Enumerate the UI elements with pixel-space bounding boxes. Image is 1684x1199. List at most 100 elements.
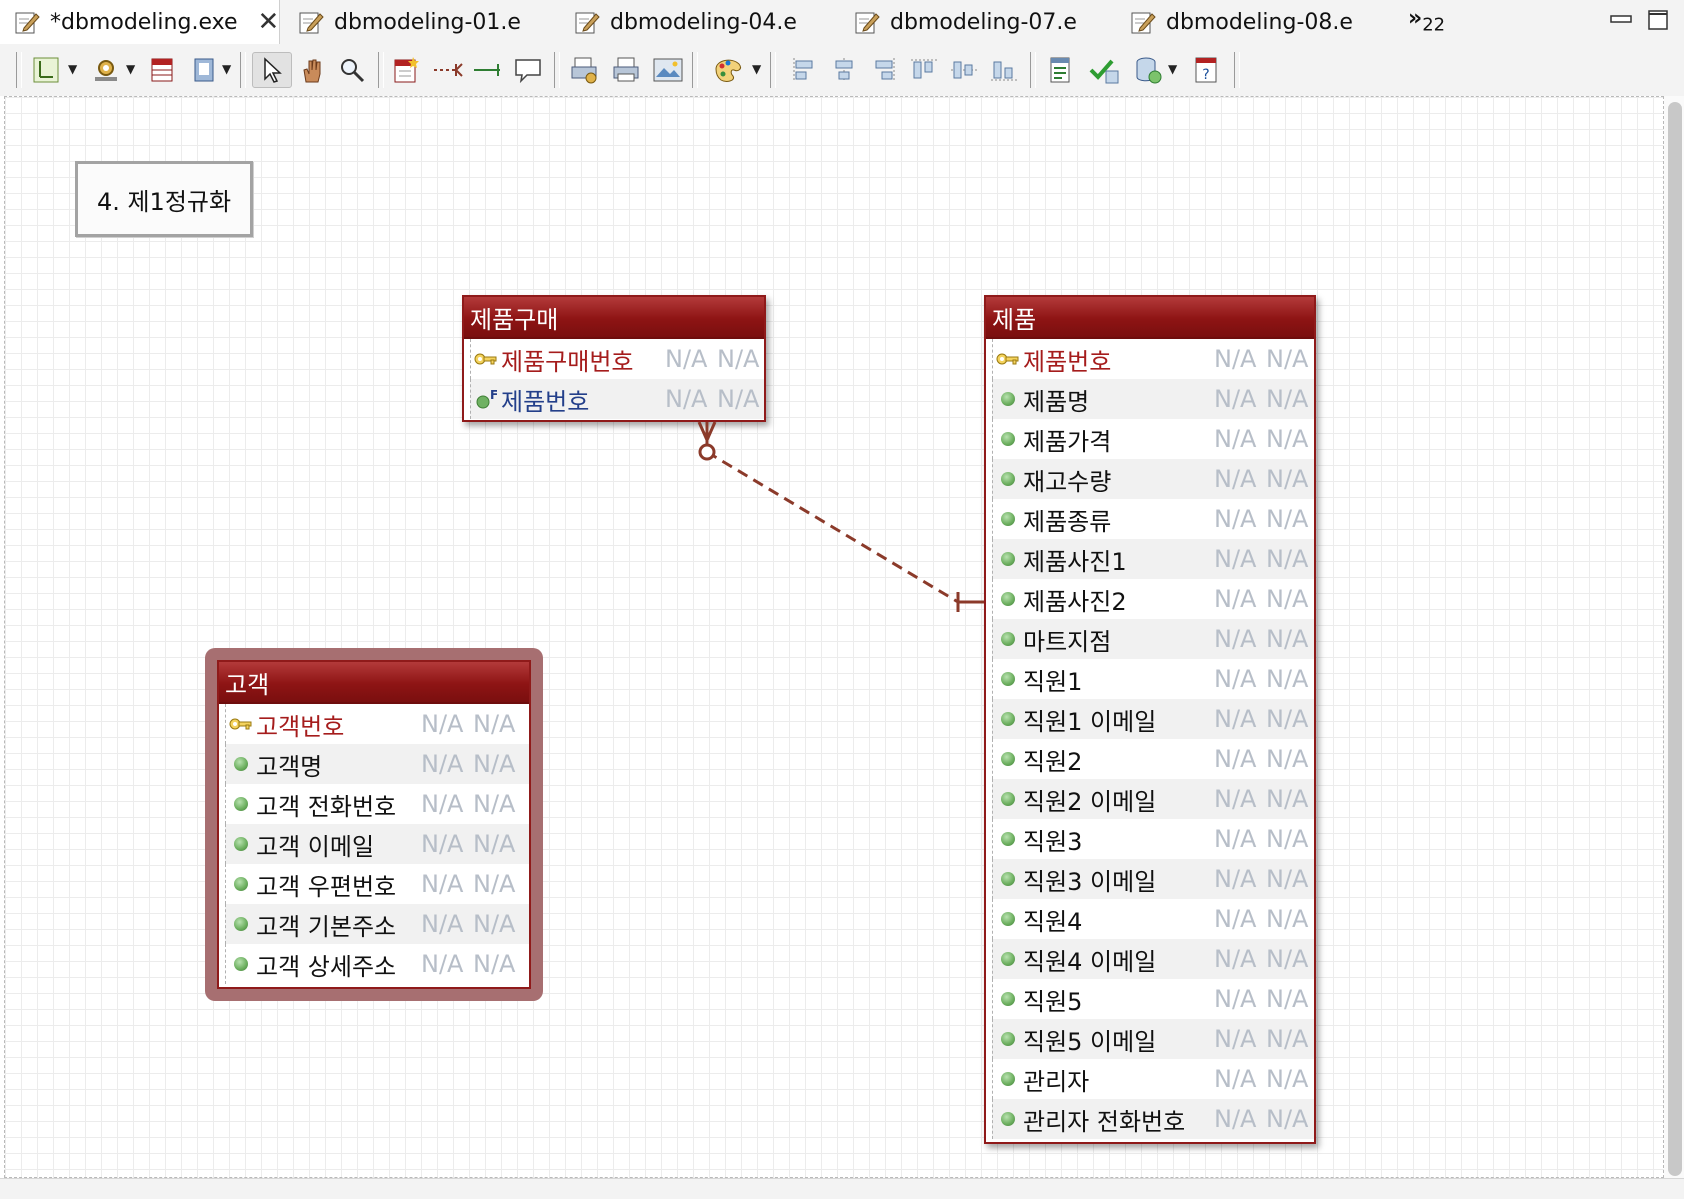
- attribute-row[interactable]: 제품사진1 N/A N/A: [992, 539, 1314, 579]
- diagram-canvas[interactable]: [4, 96, 1664, 1178]
- diagram-note[interactable]: 4. 제1정규화: [75, 161, 253, 237]
- attribute-row[interactable]: 직원1 N/A N/A: [992, 659, 1314, 699]
- attribute-row[interactable]: 직원5 이메일 N/A N/A: [992, 1019, 1314, 1059]
- attribute-name: 직원2 이메일: [1023, 787, 1157, 816]
- align-left-icon[interactable]: [788, 54, 820, 86]
- toolbar-separator: [378, 52, 384, 88]
- close-tab-icon[interactable]: ✕: [257, 7, 279, 37]
- attribute-nullable: N/A: [1266, 505, 1309, 533]
- tab-dbmodeling-07[interactable]: dbmodeling-07.e: [840, 0, 1110, 44]
- hand-pan-icon[interactable]: [296, 54, 328, 86]
- attribute-row[interactable]: 고객 전화번호 N/A N/A: [225, 784, 529, 824]
- attribute-nullable: N/A: [1266, 745, 1309, 773]
- attribute-row[interactable]: 직원3 N/A N/A: [992, 819, 1314, 859]
- align-right-icon[interactable]: [868, 54, 900, 86]
- validate-icon[interactable]: [1088, 54, 1120, 86]
- hidden-tab-count: 22: [1422, 14, 1446, 36]
- attribute-row[interactable]: 관리자 N/A N/A: [992, 1059, 1314, 1099]
- attribute-row[interactable]: 직원1 이메일 N/A N/A: [992, 699, 1314, 739]
- attribute-row[interactable]: 고객명 N/A N/A: [225, 744, 529, 784]
- toolbar-separator: [692, 52, 698, 88]
- attribute-row[interactable]: 직원2 이메일 N/A N/A: [992, 779, 1314, 819]
- attribute-row[interactable]: 고객 기본주소 N/A N/A: [225, 904, 529, 944]
- attribute-row-pk[interactable]: 제품번호 N/A N/A: [992, 339, 1314, 379]
- align-top-icon[interactable]: [908, 54, 940, 86]
- attribute-row[interactable]: 직원5 N/A N/A: [992, 979, 1314, 1019]
- attribute-type: N/A: [421, 950, 464, 978]
- dropdown-arrow-icon[interactable]: ▼: [222, 62, 231, 76]
- attribute-row[interactable]: 마트지점 N/A N/A: [992, 619, 1314, 659]
- tab-label: *dbmodeling.exe: [50, 9, 238, 35]
- attribute-row[interactable]: 제품명 N/A N/A: [992, 379, 1314, 419]
- tab-dbmodeling-exe[interactable]: *dbmodeling.exe ✕: [0, 0, 280, 44]
- palette-icon[interactable]: [712, 54, 744, 86]
- dropdown-arrow-icon[interactable]: ▼: [752, 62, 761, 76]
- select-pointer-icon[interactable]: [252, 52, 292, 88]
- attribute-row[interactable]: 직원2 N/A N/A: [992, 739, 1314, 779]
- attribute-row[interactable]: 직원3 이메일 N/A N/A: [992, 859, 1314, 899]
- tab-dbmodeling-04[interactable]: dbmodeling-04.e: [560, 0, 830, 44]
- tab-dbmodeling-08[interactable]: dbmodeling-08.e: [1116, 0, 1396, 44]
- scrollbar-thumb[interactable]: [1668, 102, 1682, 1176]
- page-layout-icon[interactable]: [30, 54, 62, 86]
- attribute-row[interactable]: 제품가격 N/A N/A: [992, 419, 1314, 459]
- dropdown-arrow-icon[interactable]: ▼: [68, 62, 77, 76]
- notes-icon[interactable]: [188, 54, 220, 86]
- attribute-name: 제품번호: [1023, 347, 1112, 376]
- maximize-icon[interactable]: [1648, 10, 1668, 30]
- report-icon[interactable]: [1044, 54, 1076, 86]
- attribute-row[interactable]: 관리자 전화번호 N/A N/A: [992, 1099, 1314, 1139]
- attribute-dot-icon: [993, 832, 1023, 846]
- entity-purchase[interactable]: 제품구매 제품구매번호 N/A N/A F 제품번호 N/A N/A: [462, 295, 766, 422]
- attribute-row[interactable]: 직원4 이메일 N/A N/A: [992, 939, 1314, 979]
- align-bottom-icon[interactable]: [988, 54, 1020, 86]
- tab-label: dbmodeling-01.e: [334, 9, 521, 35]
- attribute-row[interactable]: 제품종류 N/A N/A: [992, 499, 1314, 539]
- attribute-name: 고객 이메일: [256, 832, 375, 861]
- dropdown-arrow-icon[interactable]: ▼: [126, 62, 135, 76]
- solid-relationship-icon[interactable]: [472, 54, 504, 86]
- attribute-name: 고객 상세주소: [256, 952, 397, 981]
- image-export-icon[interactable]: [652, 54, 684, 86]
- attribute-row[interactable]: 고객 이메일 N/A N/A: [225, 824, 529, 864]
- attribute-name: 직원5 이메일: [1023, 1027, 1157, 1056]
- attribute-dot-icon: [993, 392, 1023, 406]
- attribute-row[interactable]: 제품사진2 N/A N/A: [992, 579, 1314, 619]
- entity-product[interactable]: 제품 제품번호 N/A N/A 제품명 N/A N/A 제품가격 N/A N/A 재고수량 N/A N…: [984, 295, 1316, 1144]
- attribute-row-pk[interactable]: 제품구매번호 N/A N/A: [470, 339, 764, 379]
- new-table-icon[interactable]: [390, 54, 422, 86]
- tab-overflow-button[interactable]: »22: [1408, 6, 1445, 35]
- attribute-type: N/A: [1214, 545, 1257, 573]
- attribute-nullable: N/A: [1266, 385, 1309, 413]
- attribute-row-pk[interactable]: 고객번호 N/A N/A: [225, 704, 529, 744]
- tab-dbmodeling-01[interactable]: dbmodeling-01.e: [284, 0, 554, 44]
- entity-customer[interactable]: 고객 고객번호 N/A N/A 고객명 N/A N/A 고객 전화번호 N/A N/A 고객 이메…: [217, 660, 531, 989]
- attribute-dot-icon: [226, 797, 256, 811]
- zoom-icon[interactable]: [336, 54, 368, 86]
- table-icon[interactable]: [146, 54, 178, 86]
- dashed-relationship-icon[interactable]: [432, 54, 464, 86]
- comment-icon[interactable]: [512, 54, 544, 86]
- attribute-row[interactable]: 직원4 N/A N/A: [992, 899, 1314, 939]
- attribute-dot-icon: [993, 1032, 1023, 1046]
- attribute-row-fk[interactable]: F 제품번호 N/A N/A: [470, 379, 764, 419]
- attribute-row[interactable]: 재고수량 N/A N/A: [992, 459, 1314, 499]
- attribute-nullable: N/A: [1266, 905, 1309, 933]
- attribute-nullable: N/A: [1266, 585, 1309, 613]
- attribute-type: N/A: [1214, 1065, 1257, 1093]
- attribute-type: N/A: [665, 385, 708, 413]
- print-icon[interactable]: [610, 54, 642, 86]
- align-middle-icon[interactable]: [948, 54, 980, 86]
- minimize-icon[interactable]: [1610, 10, 1632, 24]
- dropdown-arrow-icon[interactable]: ▼: [1168, 62, 1177, 76]
- attribute-nullable: N/A: [1266, 785, 1309, 813]
- align-center-icon[interactable]: [828, 54, 860, 86]
- settings-gear-icon[interactable]: [90, 54, 122, 86]
- database-sync-icon[interactable]: [1132, 54, 1164, 86]
- help-icon[interactable]: ?: [1190, 54, 1222, 86]
- attribute-row[interactable]: 고객 상세주소 N/A N/A: [225, 944, 529, 984]
- attribute-type: N/A: [1214, 865, 1257, 893]
- attribute-name: 제품가격: [1023, 427, 1112, 456]
- attribute-row[interactable]: 고객 우편번호 N/A N/A: [225, 864, 529, 904]
- print-setup-icon[interactable]: [568, 54, 600, 86]
